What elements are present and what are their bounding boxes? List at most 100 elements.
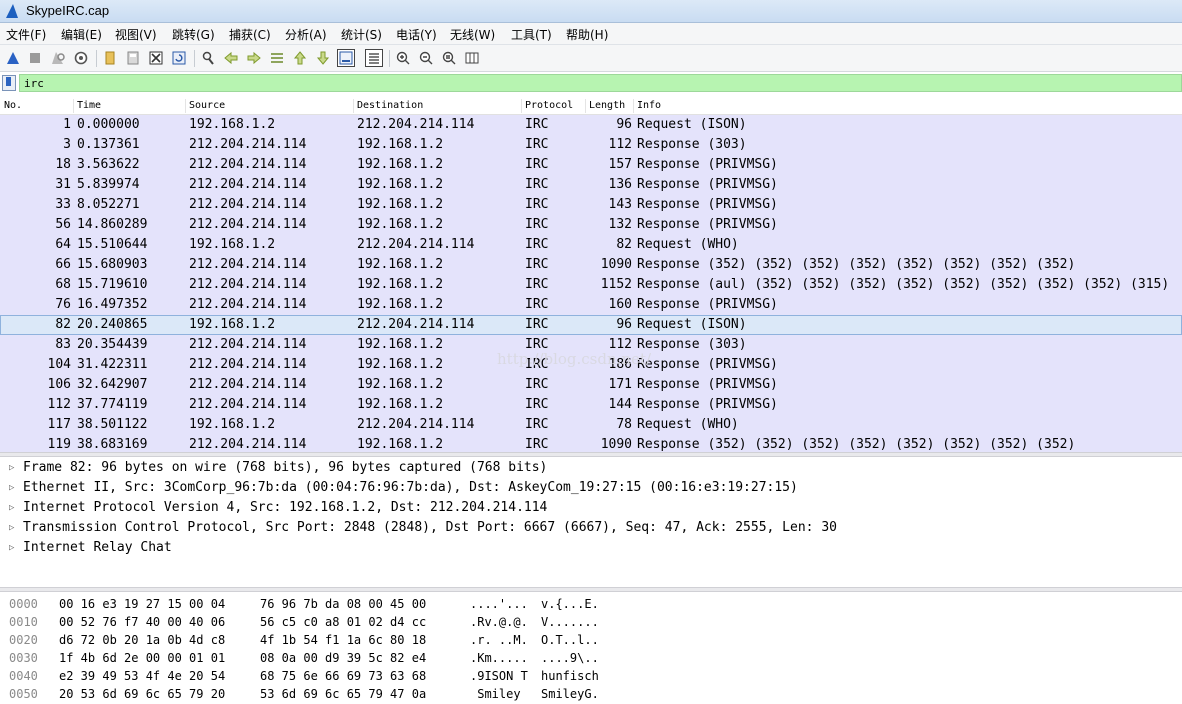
menu-analyze[interactable]: 分析(A) [285,26,327,43]
zoom-out-icon[interactable] [417,49,435,67]
packet-row[interactable]: 64 15.510644 192.168.1.2 212.204.214.114 IRC… [0,235,1182,255]
bytes-hex[interactable]: 20 53 6d 69 6c 65 79 20 [59,685,225,703]
bytes-ascii[interactable]: .Rv.@.@. [470,613,528,631]
bytes-ascii[interactable]: ....'... [470,595,528,613]
packet-row[interactable]: 76 16.497352 212.204.214.114 192.168.1.2 IRC… [0,295,1182,315]
bytes-hex[interactable]: e2 39 49 53 4f 4e 20 54 [59,667,225,685]
zoom-in-icon[interactable] [394,49,412,67]
expand-arrow-icon[interactable]: ▷ [9,538,14,558]
close-file-icon[interactable] [147,49,165,67]
packet-row[interactable]: 66 15.680903 212.204.214.114 192.168.1.2 IRC… [0,255,1182,275]
menu-file[interactable]: 文件(F) [6,26,46,43]
bytes-ascii[interactable]: v.{...E. [541,595,599,613]
detail-tree-item[interactable]: ▷ Frame 82: 96 bytes on wire (768 bits), … [0,458,1182,478]
go-forward-icon[interactable] [245,49,263,67]
autoscroll-icon[interactable] [337,49,355,67]
column-header-destination[interactable]: Destination [357,100,423,111]
menu-edit[interactable]: 编辑(E) [61,26,102,43]
expand-arrow-icon[interactable]: ▷ [9,518,14,538]
expand-arrow-icon[interactable]: ▷ [9,498,14,518]
bytes-hex[interactable]: 4f 1b 54 f1 1a 6c 80 18 [260,631,426,649]
pane-splitter[interactable] [0,452,1182,457]
bytes-ascii[interactable]: .r. ..M. [470,631,528,649]
bytes-hex[interactable]: 08 0a 00 d9 39 5c 82 e4 [260,649,426,667]
filter-bookmark-icon[interactable] [2,75,16,91]
capture-options-icon[interactable] [72,49,90,67]
pane-splitter[interactable] [0,587,1182,592]
packet-row[interactable]: 68 15.719610 212.204.214.114 192.168.1.2 IRC… [0,275,1182,295]
reload-file-icon[interactable] [170,49,188,67]
menu-telephony[interactable]: 电话(Y) [396,26,437,43]
bytes-ascii[interactable]: .9ISON T [470,667,528,685]
bytes-hex[interactable]: 76 96 7b da 08 00 45 00 [260,595,426,613]
column-header-no[interactable]: No. [4,100,22,111]
bytes-ascii[interactable]: .Km..... [470,649,528,667]
restart-capture-icon[interactable] [49,49,67,67]
go-back-icon[interactable] [222,49,240,67]
packet-row[interactable]: 3 0.137361 212.204.214.114 192.168.1.2 IRC 11… [0,135,1182,155]
menu-tools[interactable]: 工具(T) [511,26,552,43]
bytes-ascii[interactable]: SmileyG. [541,685,599,703]
bytes-hex[interactable]: 53 6d 69 6c 65 79 47 0a [260,685,426,703]
bytes-hex[interactable]: 00 52 76 f7 40 00 40 06 [59,613,225,631]
bytes-hex[interactable]: 68 75 6e 66 69 73 63 68 [260,667,426,685]
packet-row[interactable]: 1 0.000000 192.168.1.2 212.204.214.114 IRC 96… [0,115,1182,135]
bytes-hex[interactable]: 56 c5 c0 a8 01 02 d4 cc [260,613,426,631]
bytes-hex[interactable]: 1f 4b 6d 2e 00 00 01 01 [59,649,225,667]
column-divider[interactable] [73,99,74,113]
detail-tree-item[interactable]: ▷ Transmission Control Protocol, Src Port… [0,518,1182,538]
bytes-ascii[interactable]: V....... [541,613,599,631]
packet-row[interactable]: 56 14.860289 212.204.214.114 192.168.1.2 IRC… [0,215,1182,235]
detail-tree-item[interactable]: ▷ Internet Protocol Version 4, Src: 192.1… [0,498,1182,518]
colorize-icon[interactable] [365,49,383,67]
bytes-hex[interactable]: 00 16 e3 19 27 15 00 04 [59,595,225,613]
open-file-icon[interactable] [101,49,119,67]
bytes-ascii[interactable]: hunfisch [541,667,599,685]
menu-view[interactable]: 视图(V) [115,26,157,43]
packet-list[interactable]: 1 0.000000 192.168.1.2 212.204.214.114 IRC 96… [0,115,1182,452]
bytes-ascii[interactable]: O.T..l.. [541,631,599,649]
packet-row[interactable]: 31 5.839974 212.204.214.114 192.168.1.2 IRC 1… [0,175,1182,195]
display-filter-input[interactable] [19,74,1182,92]
packet-info: Response (PRIVMSG) [637,197,778,212]
column-divider[interactable] [633,99,634,113]
go-to-packet-icon[interactable] [268,49,286,67]
menu-go[interactable]: 跳转(G) [172,26,215,43]
expand-arrow-icon[interactable]: ▷ [9,478,14,498]
detail-tree-item[interactable]: ▷ Ethernet II, Src: 3ComCorp_96:7b:da (00… [0,478,1182,498]
packet-row[interactable]: 117 38.501122 192.168.1.2 212.204.214.114 IR… [0,415,1182,435]
packet-row[interactable]: 33 8.052271 212.204.214.114 192.168.1.2 IRC 1… [0,195,1182,215]
bytes-ascii[interactable]: Smiley [470,685,528,703]
column-header-time[interactable]: Time [77,100,101,111]
column-header-info[interactable]: Info [637,100,661,111]
column-header-source[interactable]: Source [189,100,225,111]
resize-columns-icon[interactable] [463,49,481,67]
column-divider[interactable] [585,99,586,113]
menu-capture[interactable]: 捕获(C) [229,26,271,43]
column-divider[interactable] [185,99,186,113]
packet-row[interactable]: 18 3.563622 212.204.214.114 192.168.1.2 IRC 1… [0,155,1182,175]
column-header-length[interactable]: Length [589,100,625,111]
menu-help[interactable]: 帮助(H) [566,26,608,43]
packet-bytes-pane[interactable]: 0000 00 16 e3 19 27 15 00 04 76 96 7b da 0… [0,594,1182,704]
expand-arrow-icon[interactable]: ▷ [9,458,14,478]
column-divider[interactable] [521,99,522,113]
first-packet-icon[interactable] [291,49,309,67]
packet-row[interactable]: 119 38.683169 212.204.214.114 192.168.1.2 IR… [0,435,1182,452]
find-packet-icon[interactable] [199,49,217,67]
menu-statistics[interactable]: 统计(S) [341,26,382,43]
packet-row[interactable]: 112 37.774119 212.204.214.114 192.168.1.2 IR… [0,395,1182,415]
bytes-ascii[interactable]: ....9\.. [541,649,599,667]
last-packet-icon[interactable] [314,49,332,67]
menu-wireless[interactable]: 无线(W) [450,26,495,43]
detail-tree-item[interactable]: ▷ Internet Relay Chat [0,538,1182,558]
save-file-icon[interactable] [124,49,142,67]
start-capture-icon[interactable] [4,49,22,67]
column-divider[interactable] [353,99,354,113]
column-header-protocol[interactable]: Protocol [525,100,573,111]
packet-row-selected[interactable]: 82 20.240865 192.168.1.2 212.204.214.114 IRC… [0,315,1182,335]
normal-size-icon[interactable] [440,49,458,67]
stop-capture-icon[interactable] [26,49,44,67]
bytes-hex[interactable]: d6 72 0b 20 1a 0b 4d c8 [59,631,225,649]
packet-row[interactable]: 106 32.642907 212.204.214.114 192.168.1.2 IR… [0,375,1182,395]
